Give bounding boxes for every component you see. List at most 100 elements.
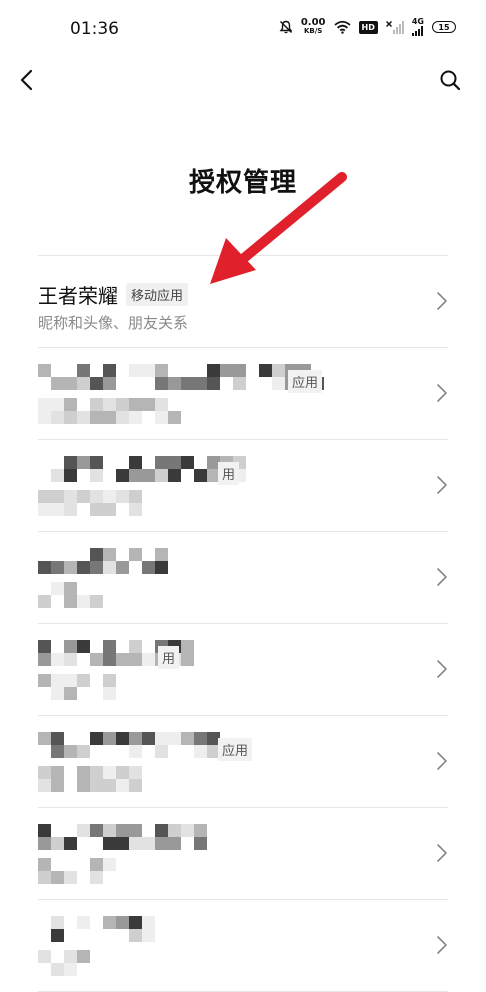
mosaic-block (77, 411, 90, 424)
mosaic-block (90, 858, 103, 871)
mosaic-block (38, 824, 51, 837)
mosaic-block (90, 490, 103, 503)
chevron-right-icon (437, 292, 447, 310)
mosaic-block (38, 364, 51, 377)
mosaic-block (116, 653, 129, 666)
battery-level: 15 (438, 22, 450, 32)
mosaic-block (116, 490, 129, 503)
app-row-blurred[interactable]: 用 (0, 624, 486, 715)
mosaic-block (90, 653, 103, 666)
mosaic-block (155, 745, 168, 758)
mosaic-block (155, 469, 168, 482)
mosaic-block (51, 411, 64, 424)
app-row-wangzhe[interactable]: 王者荣耀 移动应用 昵称和头像、朋友关系 (0, 256, 486, 347)
mosaic-block (103, 766, 116, 779)
mosaic-block (168, 824, 181, 837)
mosaic-block (51, 766, 64, 779)
mosaic-block (181, 732, 194, 745)
mosaic-block (64, 837, 77, 850)
mosaic-block (129, 779, 142, 792)
back-button[interactable] (12, 62, 40, 98)
mosaic-block (116, 916, 129, 929)
app-row-blurred[interactable]: 用 (0, 440, 486, 531)
authorized-app-list: 王者荣耀 移动应用 昵称和头像、朋友关系 应用用用应用 (0, 255, 486, 992)
mosaic-block (38, 779, 51, 792)
mosaic-block (64, 411, 77, 424)
mosaic-block (64, 871, 77, 884)
mosaic-block (64, 456, 77, 469)
app-row-blurred[interactable]: 应用 (0, 348, 486, 439)
mosaic-block (155, 377, 168, 390)
search-button[interactable] (436, 62, 464, 98)
mosaic-block (129, 490, 142, 503)
chevron-right-icon (437, 844, 447, 862)
mosaic-block (51, 582, 64, 595)
mute-bell-icon (279, 20, 293, 34)
mosaic-block (38, 732, 51, 745)
app-row-blurred[interactable] (0, 532, 486, 623)
mosaic-block (116, 398, 129, 411)
mosaic-block (207, 364, 220, 377)
mosaic-block (51, 377, 64, 390)
mosaic-block (38, 653, 51, 666)
mosaic-block (129, 824, 142, 837)
mosaic-block (142, 916, 155, 929)
mosaic-block (168, 411, 181, 424)
mosaic-block (155, 561, 168, 574)
mosaic-block (77, 595, 90, 608)
mosaic-block (38, 837, 51, 850)
mosaic-block (38, 640, 51, 653)
mosaic-block (64, 640, 77, 653)
mosaic-block (155, 411, 168, 424)
app-type-tag-fragment: 应用 (288, 370, 323, 393)
mosaic-block (51, 490, 64, 503)
mosaic-block (129, 653, 142, 666)
mosaic-block (155, 456, 168, 469)
mosaic-block (207, 377, 220, 390)
mosaic-block (64, 595, 77, 608)
mosaic-block (64, 687, 77, 700)
mosaic-block (77, 916, 90, 929)
mosaic-block (90, 469, 103, 482)
mosaic-block (38, 490, 51, 503)
mosaic-block (51, 398, 64, 411)
mosaic-block (129, 398, 142, 411)
mosaic-block (51, 963, 64, 976)
chevron-right-icon (437, 476, 447, 494)
search-icon (440, 70, 461, 91)
mosaic-block (272, 377, 285, 390)
mosaic-block (142, 561, 155, 574)
status-time: 01:36 (70, 19, 119, 39)
mosaic-block (116, 732, 129, 745)
mosaic-block (155, 837, 168, 850)
mosaic-block (103, 732, 116, 745)
mosaic-block (77, 766, 90, 779)
mosaic-block (142, 364, 155, 377)
mosaic-block (116, 779, 129, 792)
mosaic-block (64, 469, 77, 482)
mosaic-block (77, 779, 90, 792)
mosaic-block (181, 377, 194, 390)
app-type-tag-fragment: 用 (158, 646, 180, 669)
mosaic-block (181, 640, 194, 653)
mosaic-block (64, 745, 77, 758)
app-row-blurred[interactable] (0, 900, 486, 991)
mosaic-block (77, 364, 90, 377)
mosaic-block (103, 858, 116, 871)
app-row-blurred[interactable] (0, 808, 486, 899)
hd-badge: HD (358, 20, 378, 34)
mosaic-block (64, 503, 77, 516)
chevron-right-icon (437, 936, 447, 954)
mosaic-block (77, 950, 90, 963)
mosaic-block (51, 687, 64, 700)
mosaic-block (64, 398, 77, 411)
app-row-blurred[interactable]: 应用 (0, 716, 486, 807)
mosaic-block (194, 837, 207, 850)
mosaic-block (142, 837, 155, 850)
mosaic-block (51, 916, 64, 929)
mosaic-block (233, 364, 246, 377)
mosaic-block (51, 469, 64, 482)
mosaic-block (194, 732, 207, 745)
chevron-left-icon (20, 69, 33, 91)
mosaic-block (129, 548, 142, 561)
